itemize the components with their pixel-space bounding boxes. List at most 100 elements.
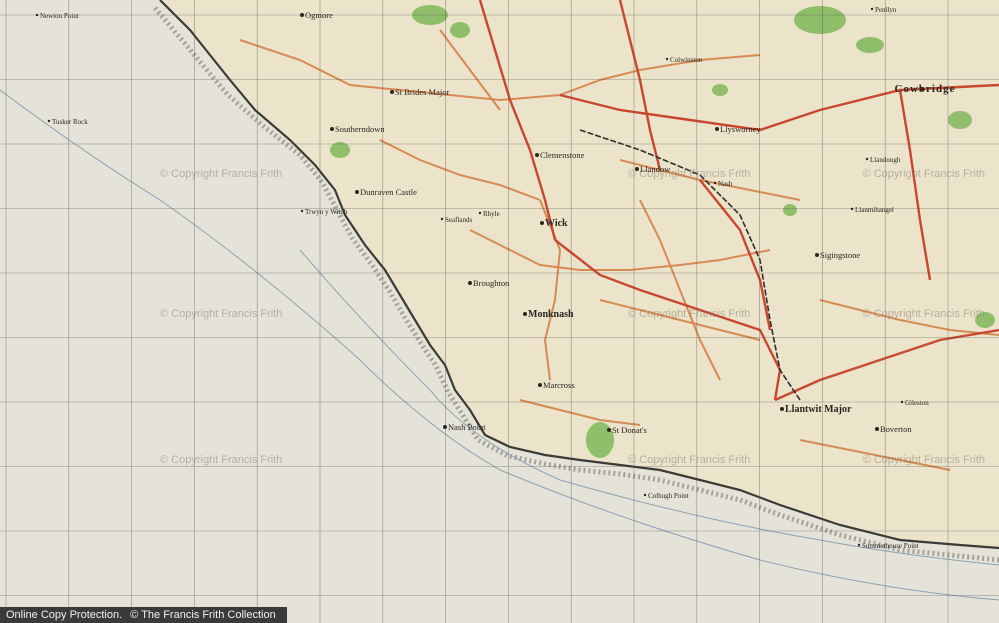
place-label: Tusker Rock [52, 118, 88, 126]
place-marker: Colwinston [665, 56, 703, 64]
place-dot [607, 428, 611, 432]
place-dot [330, 127, 334, 131]
frith-copyright-text: © The Francis Frith Collection [130, 609, 276, 621]
place-label: Nash Point [448, 422, 486, 432]
place-marker: Clemenstone [535, 150, 585, 160]
place-marker: Tusker Rock [47, 118, 88, 126]
place-dot [478, 211, 482, 215]
historic-os-map: © Copyright Francis Frith © Copyright Fra… [0, 0, 999, 623]
place-dot [300, 13, 304, 17]
place-marker: Ogmore [300, 10, 333, 20]
copyright-bar: Online Copy Protection. © The Francis Fr… [0, 607, 287, 623]
place-label: Llandow [640, 164, 671, 174]
place-marker: Newton Point [35, 12, 79, 20]
frith-watermark: © Copyright Francis Frith [160, 308, 282, 320]
place-dot [355, 190, 359, 194]
place-marker: Monknash [523, 309, 574, 320]
place-dot [870, 7, 874, 11]
place-label: Nash [718, 180, 733, 188]
place-dot [815, 253, 819, 257]
place-label: Newton Point [40, 12, 79, 20]
place-dot [850, 207, 854, 211]
place-dot [875, 427, 879, 431]
place-dot [715, 127, 719, 131]
frith-watermark: © Copyright Francis Frith [160, 454, 282, 466]
frith-watermark: © Copyright Francis Frith [160, 168, 282, 180]
place-marker: St Brides Major [390, 87, 449, 97]
place-marker: Cowbridge [895, 83, 956, 95]
place-label: Marcross [543, 380, 575, 390]
place-marker: Penllyn [870, 6, 897, 14]
place-dot [535, 153, 539, 157]
place-marker: Colhugh Point [643, 492, 689, 500]
place-label: Clemenstone [540, 150, 585, 160]
place-dot [643, 493, 647, 497]
place-marker: Broughton [468, 278, 510, 288]
place-label: Seaflands [445, 216, 472, 224]
place-label: Llantwit Major [785, 404, 852, 415]
place-marker: Llandough [865, 156, 901, 164]
frith-watermark: © Copyright Francis Frith [628, 454, 750, 466]
place-dot [857, 543, 861, 547]
place-label: St Brides Major [395, 87, 449, 97]
place-label: Summerhouse Point [862, 542, 919, 550]
place-marker: Marcross [538, 380, 575, 390]
place-label: Llanmihangel [855, 206, 894, 214]
place-label: Llandough [870, 156, 901, 164]
place-marker: Seaflands [440, 216, 472, 224]
place-label: Broughton [473, 278, 510, 288]
place-marker: Llandow [635, 164, 671, 174]
place-marker: Gileston [900, 399, 929, 407]
place-label: Cowbridge [895, 83, 956, 95]
place-label: Boverton [880, 424, 912, 434]
place-marker: Nash Point [443, 422, 486, 432]
place-dot [713, 181, 717, 185]
map-viewport[interactable]: © Copyright Francis Frith © Copyright Fra… [0, 0, 999, 623]
place-dot [390, 90, 394, 94]
place-label: Southerndown [335, 124, 385, 134]
frith-watermark: © Copyright Francis Frith [863, 308, 985, 320]
place-marker: Southerndown [330, 124, 385, 134]
place-marker: Trwyn y Witch [300, 208, 348, 216]
place-marker: St Donat's [607, 425, 647, 435]
place-label: Wick [545, 218, 568, 229]
place-dot [300, 209, 304, 213]
place-dot [635, 167, 639, 171]
place-dot [35, 13, 39, 17]
place-label: Colhugh Point [648, 492, 689, 500]
place-label: Rhyle [483, 210, 500, 218]
place-marker: Wick [540, 218, 568, 229]
place-label: St Donat's [612, 425, 647, 435]
place-label: Colwinston [670, 56, 703, 64]
place-marker: Dunraven Castle [355, 187, 417, 197]
place-dot [900, 400, 904, 404]
copy-protection-text: Online Copy Protection. [6, 609, 123, 621]
place-label: Sigingstone [820, 250, 860, 260]
place-label: Gileston [905, 399, 929, 407]
place-dot [538, 383, 542, 387]
place-dot [443, 425, 447, 429]
place-label: Llysworney [720, 124, 761, 134]
place-marker: Sigingstone [815, 250, 860, 260]
place-dot [665, 57, 669, 61]
place-dot [440, 217, 444, 221]
place-label: Dunraven Castle [360, 187, 417, 197]
frith-watermark: © Copyright Francis Frith [863, 168, 985, 180]
place-dot [523, 312, 527, 316]
place-dot [865, 157, 869, 161]
place-marker: Summerhouse Point [857, 542, 919, 550]
place-marker: Llantwit Major [780, 404, 852, 415]
place-dot [47, 119, 51, 123]
frith-watermark: © Copyright Francis Frith [863, 454, 985, 466]
place-label: Trwyn y Witch [305, 208, 348, 216]
place-dot [468, 281, 472, 285]
place-label: Penllyn [875, 6, 897, 14]
place-marker: Boverton [875, 424, 912, 434]
place-label: Ogmore [305, 10, 333, 20]
place-label: Monknash [528, 309, 574, 320]
place-dot [780, 407, 784, 411]
place-marker: Llanmihangel [850, 206, 894, 214]
place-marker: Llysworney [715, 124, 761, 134]
frith-watermark: © Copyright Francis Frith [628, 308, 750, 320]
place-dot [540, 221, 544, 225]
